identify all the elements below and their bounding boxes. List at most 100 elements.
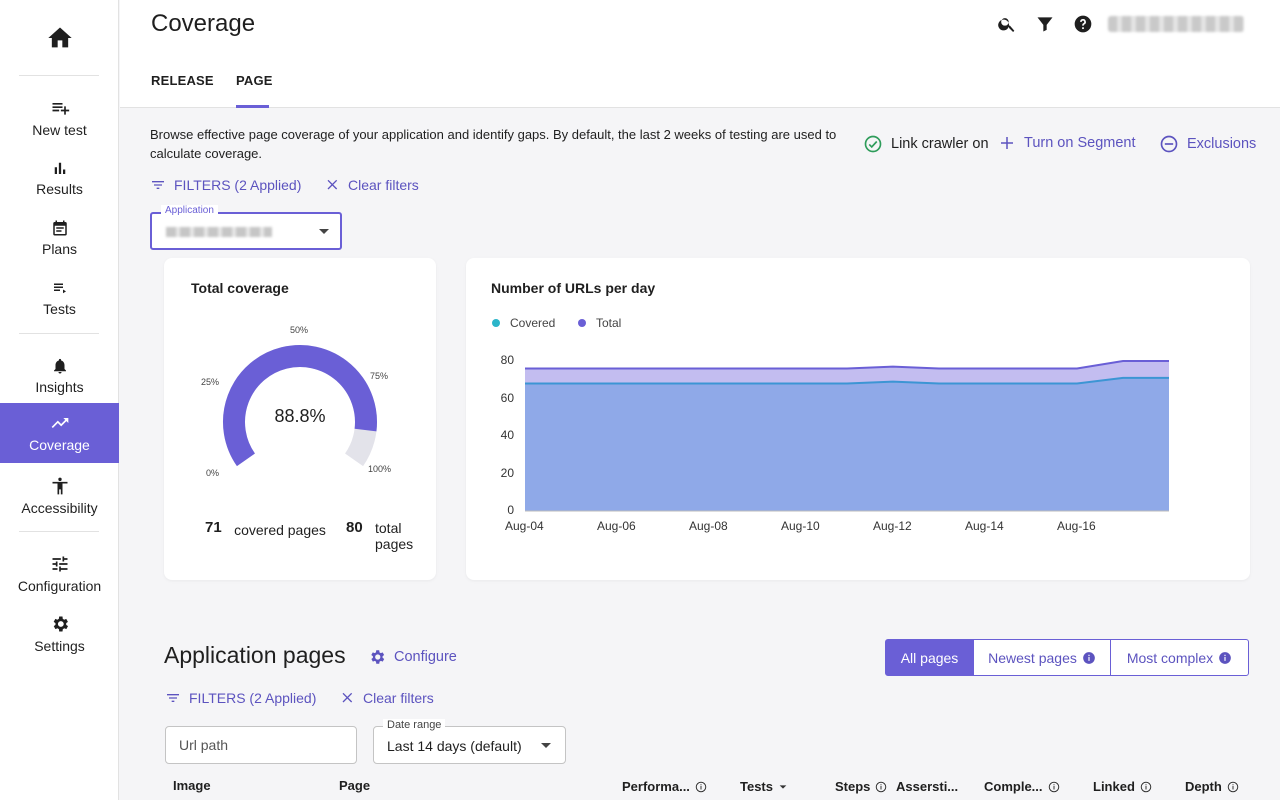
info-icon — [1219, 651, 1232, 664]
column-header-performance[interactable]: Performa... — [622, 779, 707, 794]
info-icon — [1083, 651, 1095, 664]
column-header-linked[interactable]: Linked — [1093, 779, 1152, 794]
gauge-tick-0: 0% — [206, 468, 220, 478]
configure-label: Configure — [394, 649, 457, 665]
column-label: Performa... — [622, 779, 690, 794]
funnel-icon — [1037, 17, 1053, 32]
playlist-add-icon — [52, 103, 69, 115]
filter-list-icon — [167, 694, 179, 702]
accessibility-icon — [52, 477, 67, 495]
sidebar-item-coverage[interactable]: Coverage — [0, 403, 119, 463]
gauge-tick-25: 25% — [201, 377, 220, 387]
sidebar-item-label: Configuration — [17, 578, 102, 594]
filters-applied: (2 Applied) — [249, 690, 317, 706]
home-button[interactable] — [0, 24, 119, 58]
date-range-select[interactable]: Date range Last 14 days (default) — [373, 719, 566, 764]
sidebar: New test Results Plans Tests Insights Co… — [0, 0, 119, 800]
application-pages-title: Application pages — [164, 642, 346, 668]
sidebar-item-configuration[interactable]: Configuration — [0, 544, 119, 604]
sidebar-item-label: Settings — [34, 638, 85, 654]
header: Coverage RELEASE PAGE — [120, 0, 1280, 108]
turn-on-segment-button[interactable]: Turn on Segment — [998, 134, 1136, 152]
filter-list-icon — [152, 181, 164, 189]
area-covered — [525, 377, 1169, 511]
caret-down-icon — [319, 229, 329, 234]
user-menu[interactable] — [1108, 16, 1244, 32]
check-circle-icon — [864, 135, 882, 153]
x-tick-label: Aug-06 — [597, 519, 636, 533]
caret-down-icon — [541, 743, 551, 748]
application-select-label: Application — [161, 205, 218, 216]
sidebar-divider — [19, 333, 99, 334]
column-label: Depth — [1185, 779, 1222, 794]
sidebar-item-plans[interactable]: Plans — [0, 208, 119, 268]
pages-clear-filters-button[interactable]: Clear filters — [339, 690, 434, 706]
covered-label: covered pages — [234, 522, 326, 538]
sidebar-item-label: Accessibility — [21, 500, 98, 516]
sidebar-item-insights[interactable]: Insights — [0, 346, 119, 406]
clear-filters-button[interactable]: Clear filters — [324, 177, 419, 193]
exclusions-button[interactable]: Exclusions — [1159, 134, 1256, 154]
column-label: Comple... — [984, 779, 1043, 794]
column-header-depth[interactable]: Depth — [1185, 779, 1239, 794]
help-button[interactable] — [1071, 12, 1095, 36]
sidebar-item-accessibility[interactable]: Accessibility — [0, 466, 119, 526]
sidebar-item-settings[interactable]: Settings — [0, 604, 119, 664]
column-label: Steps — [835, 779, 871, 794]
url-path-input[interactable]: Url path — [165, 726, 357, 764]
segment-all-pages[interactable]: All pages — [885, 639, 974, 676]
page-description: Browse effective page coverage of your a… — [150, 127, 837, 161]
minus-circle-icon — [1160, 135, 1178, 153]
info-outline-icon — [1227, 781, 1239, 792]
filters-button[interactable]: FILTERS (2 Applied) — [150, 177, 301, 193]
sidebar-item-new-test[interactable]: New test — [0, 88, 119, 148]
x-tick-label: Aug-04 — [505, 519, 544, 533]
gear-icon — [53, 616, 68, 632]
url-path-placeholder: Url path — [179, 737, 229, 753]
sidebar-item-label: Tests — [43, 301, 76, 317]
gauge-tick-75: 75% — [370, 371, 389, 381]
sliders-icon — [52, 556, 67, 572]
bar-chart-icon — [54, 162, 65, 174]
x-tick-label: Aug-16 — [1057, 519, 1096, 533]
page-title: Coverage — [151, 10, 256, 37]
turn-on-segment-label: Turn on Segment — [1024, 135, 1136, 151]
x-tick-label: Aug-10 — [781, 519, 820, 533]
application-select[interactable]: Application — [150, 205, 342, 250]
pages-filters-button[interactable]: FILTERS (2 Applied) — [165, 690, 316, 706]
sidebar-item-label: Results — [36, 181, 83, 197]
sidebar-item-results[interactable]: Results — [0, 148, 119, 208]
search-button[interactable] — [995, 12, 1019, 36]
segment-newest-pages[interactable]: Newest pages — [973, 639, 1111, 676]
calendar-icon — [52, 220, 67, 236]
column-header-tests[interactable]: Tests — [740, 779, 788, 794]
column-label: Tests — [740, 779, 773, 794]
exclusions-label: Exclusions — [1187, 136, 1257, 152]
urls-area-chart — [525, 360, 1169, 512]
date-range-label: Date range — [383, 719, 446, 731]
close-icon — [327, 179, 338, 190]
info-outline-icon — [1140, 781, 1152, 792]
tab-page[interactable]: PAGE — [236, 73, 273, 88]
column-header-assertions[interactable]: Assersti... — [896, 779, 958, 794]
sidebar-item-label: Plans — [41, 241, 78, 257]
column-header-page[interactable]: Page — [339, 778, 370, 793]
column-header-steps[interactable]: Steps — [835, 779, 887, 794]
coverage-gauge — [223, 345, 377, 467]
help-icon — [1074, 15, 1092, 33]
x-tick-label: Aug-14 — [965, 519, 1004, 533]
total-count: 80 — [346, 519, 363, 536]
segment-most-complex[interactable]: Most complex — [1110, 639, 1249, 676]
configure-button[interactable]: Configure — [368, 648, 457, 666]
clear-filters-label: Clear filters — [348, 177, 419, 193]
column-header-complexity[interactable]: Comple... — [984, 779, 1060, 794]
tab-release[interactable]: RELEASE — [151, 73, 214, 88]
filters-label: FILTERS — [189, 690, 246, 706]
filter-button[interactable] — [1033, 12, 1057, 36]
column-label: Assersti... — [896, 779, 959, 794]
covered-count: 71 — [205, 519, 222, 536]
sidebar-item-tests[interactable]: Tests — [0, 268, 119, 328]
y-tick-label: 80 — [500, 353, 514, 367]
info-outline-icon — [695, 781, 707, 792]
y-tick-label: 40 — [500, 428, 514, 442]
